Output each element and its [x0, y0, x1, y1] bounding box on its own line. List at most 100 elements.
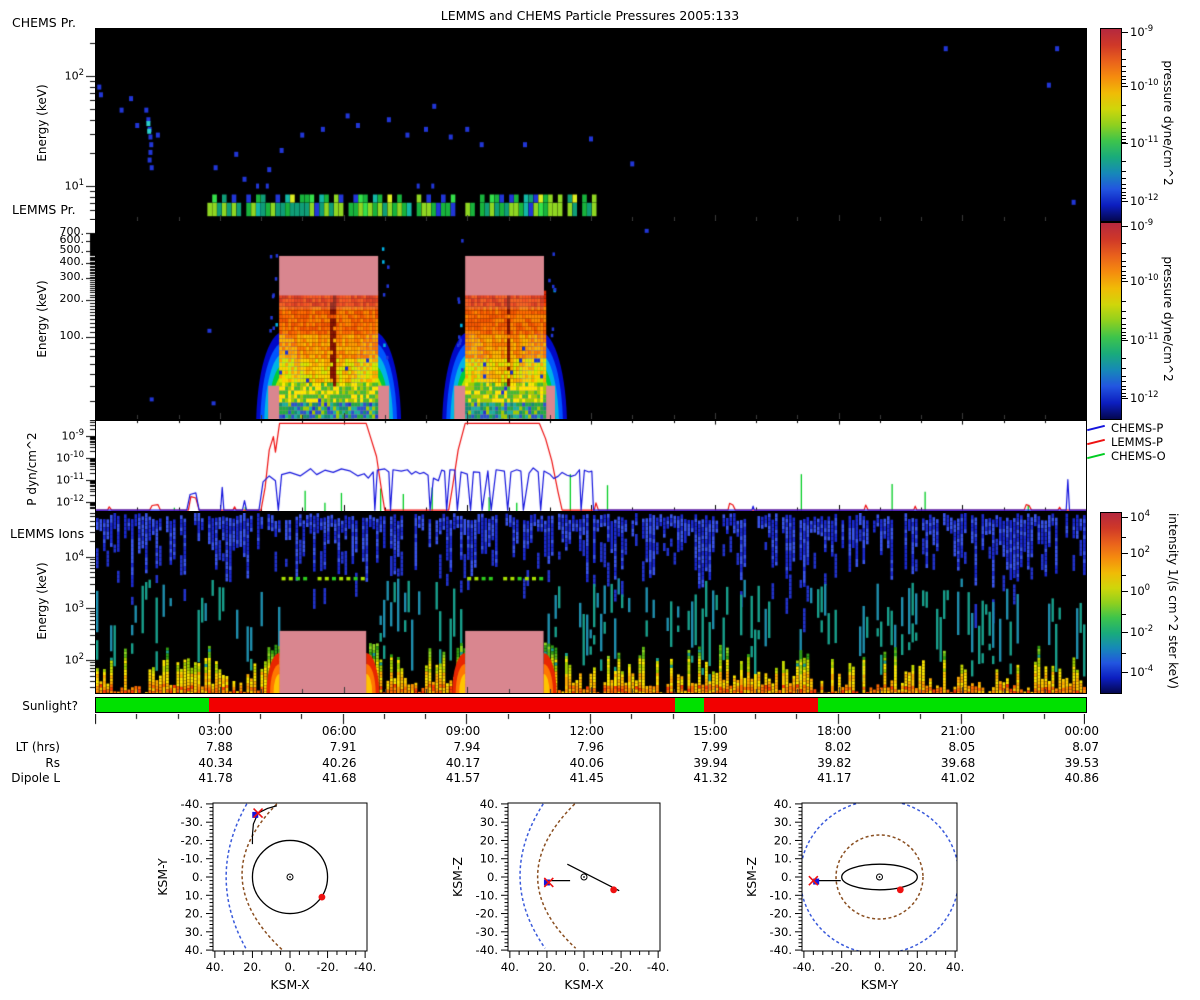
y-tick-label: 20. — [185, 907, 203, 921]
boundary-curve — [538, 804, 576, 948]
colorbar-minor-tick — [1122, 301, 1126, 302]
legend-entry: CHEMS-P — [1087, 421, 1166, 435]
y-tick-label: -40. — [770, 943, 792, 957]
sunlight-segment-sun — [96, 698, 209, 712]
y-tick-label: -20. — [181, 833, 203, 847]
colorbar-minor-tick — [1122, 537, 1126, 538]
ephemeris-value: 7.94 — [410, 740, 480, 754]
orbit-x-axis-label: KSM-Y — [861, 977, 899, 992]
colorbar-minor-tick — [1122, 184, 1126, 185]
lemms-y-ticks — [86, 222, 95, 418]
ephemeris-value: 39.94 — [658, 756, 728, 770]
y-tick-label: 30. — [774, 815, 792, 829]
spacecraft-trajectory — [567, 864, 619, 890]
time-tick-label: 06:00 — [287, 724, 357, 738]
colorbar-minor-tick — [1122, 396, 1126, 397]
y-tick-label: -30. — [770, 925, 792, 939]
orbit-x-axis-label: KSM-X — [564, 977, 604, 992]
time-tick-label: 15:00 — [658, 724, 728, 738]
colorbar-minor-tick — [1122, 275, 1126, 276]
colorbar-minor-tick — [1122, 171, 1126, 172]
x-tick-label: 40. — [501, 960, 519, 974]
colorbar-minor-tick — [1122, 261, 1126, 262]
colorbar-tick-label: 10-4 — [1130, 664, 1188, 679]
orbit-y-axis-label: KSM-Z — [450, 857, 465, 897]
y-tick-label: 20. — [480, 833, 498, 847]
y-tick-label: -10. — [476, 888, 498, 902]
sunlight-segment-sun — [818, 698, 1086, 712]
colorbar-minor-tick — [1122, 161, 1126, 162]
titan-marker-dot — [897, 886, 904, 893]
pressure-colorbar-1 — [1100, 28, 1122, 222]
colorbar-minor-tick — [1122, 128, 1126, 129]
y-tick-label: 102 — [28, 652, 84, 667]
x-tick-label: -20. — [830, 960, 852, 974]
colorbar-tick — [1122, 143, 1128, 144]
y-tick-label: -30. — [181, 815, 203, 829]
y-tick-label: 10. — [185, 888, 203, 902]
y-tick-label: 10. — [480, 852, 498, 866]
ephemeris-value: 8.02 — [782, 740, 852, 754]
colorbar-tick — [1122, 201, 1128, 202]
colorbar-minor-tick — [1122, 195, 1126, 196]
colorbar-tick-label: 100 — [1130, 583, 1188, 598]
orbit-plots: 40. 20. 0. -20. -40. -40. -30. -20. -10. 0. 10. 20.… — [0, 780, 1200, 1000]
orbit-y-axis-label: KSM-Z — [744, 857, 759, 897]
colorbar-minor-tick — [1122, 338, 1126, 339]
y-tick-label: 40. — [185, 943, 203, 957]
y-tick-label: 102 — [28, 68, 84, 83]
colorbar-tick — [1122, 32, 1128, 33]
x-tick-label: 0. — [579, 960, 590, 974]
colorbar-tick — [1122, 591, 1128, 592]
legend-line-sample — [1087, 453, 1105, 459]
legend-entry-label: LEMMS-P — [1111, 435, 1163, 449]
x-tick-label: 20. — [908, 960, 926, 974]
chems-y-axis-label: Energy (keV) — [35, 23, 49, 223]
colorbar-minor-tick — [1122, 386, 1126, 387]
colorbar-minor-tick — [1122, 358, 1126, 359]
y-tick-label: 30. — [480, 815, 498, 829]
colorbar-tick-label: 102 — [1130, 545, 1188, 560]
ephemeris-value: 39.82 — [782, 756, 852, 770]
colorbar-minor-tick — [1122, 368, 1126, 369]
colorbar-minor-tick — [1122, 281, 1126, 282]
ephemeris-value: 7.91 — [287, 740, 357, 754]
colorbar-2-unit-label: pressure dyne/cm^2 — [1161, 219, 1175, 419]
saturn-symbol-dot — [879, 876, 881, 878]
orbit-plot-ksm-x-ksm-y: 40.20.0.-20.-40.-40.-30.-20.-10.0.10.20.… — [155, 797, 376, 992]
ephemeris-row-label: LT (hrs) — [0, 740, 60, 754]
legend-line-sample — [1087, 439, 1105, 445]
colorbar-minor-tick — [1122, 271, 1126, 272]
sunlight-label: Sunlight? — [0, 699, 78, 713]
sunlight-segment-shadow — [209, 698, 675, 712]
y-tick-label: 20. — [774, 833, 792, 847]
x-tick-label: -40. — [354, 960, 376, 974]
sunlight-segment-sun — [675, 698, 704, 712]
titan-marker-dot — [610, 886, 617, 893]
colorbar-tick — [1122, 672, 1128, 673]
saturn-symbol-dot — [583, 876, 585, 878]
x-tick-label: 40. — [946, 960, 964, 974]
pressure-colorbar-2 — [1100, 222, 1122, 420]
sunlight-segment-shadow — [704, 698, 818, 712]
ions-spectrogram-canvas — [95, 512, 1087, 694]
page-title: LEMMS and CHEMS Particle Pressures 2005:… — [95, 8, 1085, 23]
colorbar-minor-tick — [1122, 178, 1126, 179]
saturn-symbol-dot — [289, 876, 291, 878]
pressure-line-plot-canvas — [95, 420, 1087, 512]
orbit-axis-ticks — [501, 804, 658, 958]
legend-entry: CHEMS-O — [1087, 449, 1166, 463]
y-tick-label: 0. — [487, 870, 498, 884]
y-tick-label: -20. — [476, 907, 498, 921]
chems-y-ticks — [86, 28, 95, 220]
colorbar-minor-tick — [1122, 66, 1126, 67]
colorbar-tick-label: 10-10 — [1130, 273, 1188, 288]
ephemeris-value: 39.53 — [1029, 756, 1099, 770]
orbit-plot-ksm-y-ksm-z: -40.-20.0.20.40.40.30.20.10.0.-10.-20.-3… — [744, 797, 964, 992]
y-tick-label: -40. — [476, 943, 498, 957]
chems-spectrogram-canvas — [95, 28, 1087, 222]
colorbar-minor-tick — [1122, 79, 1126, 80]
colorbar-minor-tick — [1122, 76, 1126, 77]
ephemeris-value: 8.07 — [1029, 740, 1099, 754]
y-tick-label: 10. — [774, 852, 792, 866]
